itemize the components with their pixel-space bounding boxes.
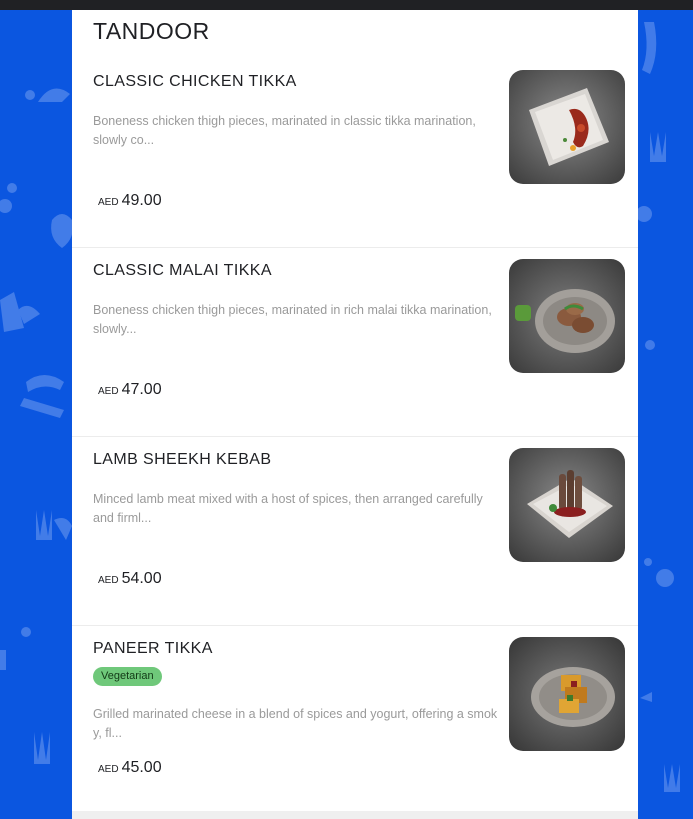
list-bottom-divider: [72, 811, 638, 819]
price-amount: 45.00: [121, 759, 162, 776]
price-amount: 47.00: [121, 381, 162, 398]
item-name: CLASSIC MALAI TIKKA: [93, 262, 272, 279]
price-currency: AED: [98, 386, 119, 397]
menu-item-classic-malai-tikka[interactable]: CLASSIC MALAI TIKKA Boneness chicken thi…: [72, 249, 638, 437]
menu-item-paneer-tikka[interactable]: PANEER TIKKA Vegetarian Grilled marinate…: [72, 627, 638, 815]
menu-panel: TANDOOR CLASSIC CHICKEN TIKKA Boneness c…: [72, 10, 638, 819]
item-description: Boneness chicken thigh pieces, marinated…: [93, 114, 476, 147]
price-amount: 54.00: [121, 570, 162, 587]
price-amount: 49.00: [121, 192, 162, 209]
price-currency: AED: [98, 197, 119, 208]
price-currency: AED: [98, 764, 119, 775]
item-price: AED 49.00: [98, 192, 162, 210]
item-price: AED 54.00: [98, 570, 162, 588]
browser-top-bar: [0, 0, 693, 10]
item-description: Grilled marinated cheese in a blend of s…: [93, 707, 498, 740]
menu-item-lamb-sheekh-kebab[interactable]: LAMB SHEEKH KEBAB Minced lamb meat mixed…: [72, 438, 638, 626]
vegetarian-badge: Vegetarian: [93, 667, 162, 686]
item-photo[interactable]: [509, 637, 625, 751]
price-currency: AED: [98, 575, 119, 586]
item-name: LAMB SHEEKH KEBAB: [93, 451, 272, 468]
item-photo[interactable]: [509, 448, 625, 562]
item-description: Minced lamb meat mixed with a host of sp…: [93, 492, 483, 525]
item-price: AED 45.00: [98, 759, 162, 777]
item-description: Boneness chicken thigh pieces, marinated…: [93, 303, 492, 336]
item-photo[interactable]: [509, 70, 625, 184]
item-price: AED 47.00: [98, 381, 162, 399]
item-photo[interactable]: [509, 259, 625, 373]
item-name: PANEER TIKKA: [93, 640, 213, 657]
section-title: TANDOOR: [93, 18, 210, 44]
item-name: CLASSIC CHICKEN TIKKA: [93, 73, 297, 90]
menu-item-classic-chicken-tikka[interactable]: CLASSIC CHICKEN TIKKA Boneness chicken t…: [72, 60, 638, 248]
